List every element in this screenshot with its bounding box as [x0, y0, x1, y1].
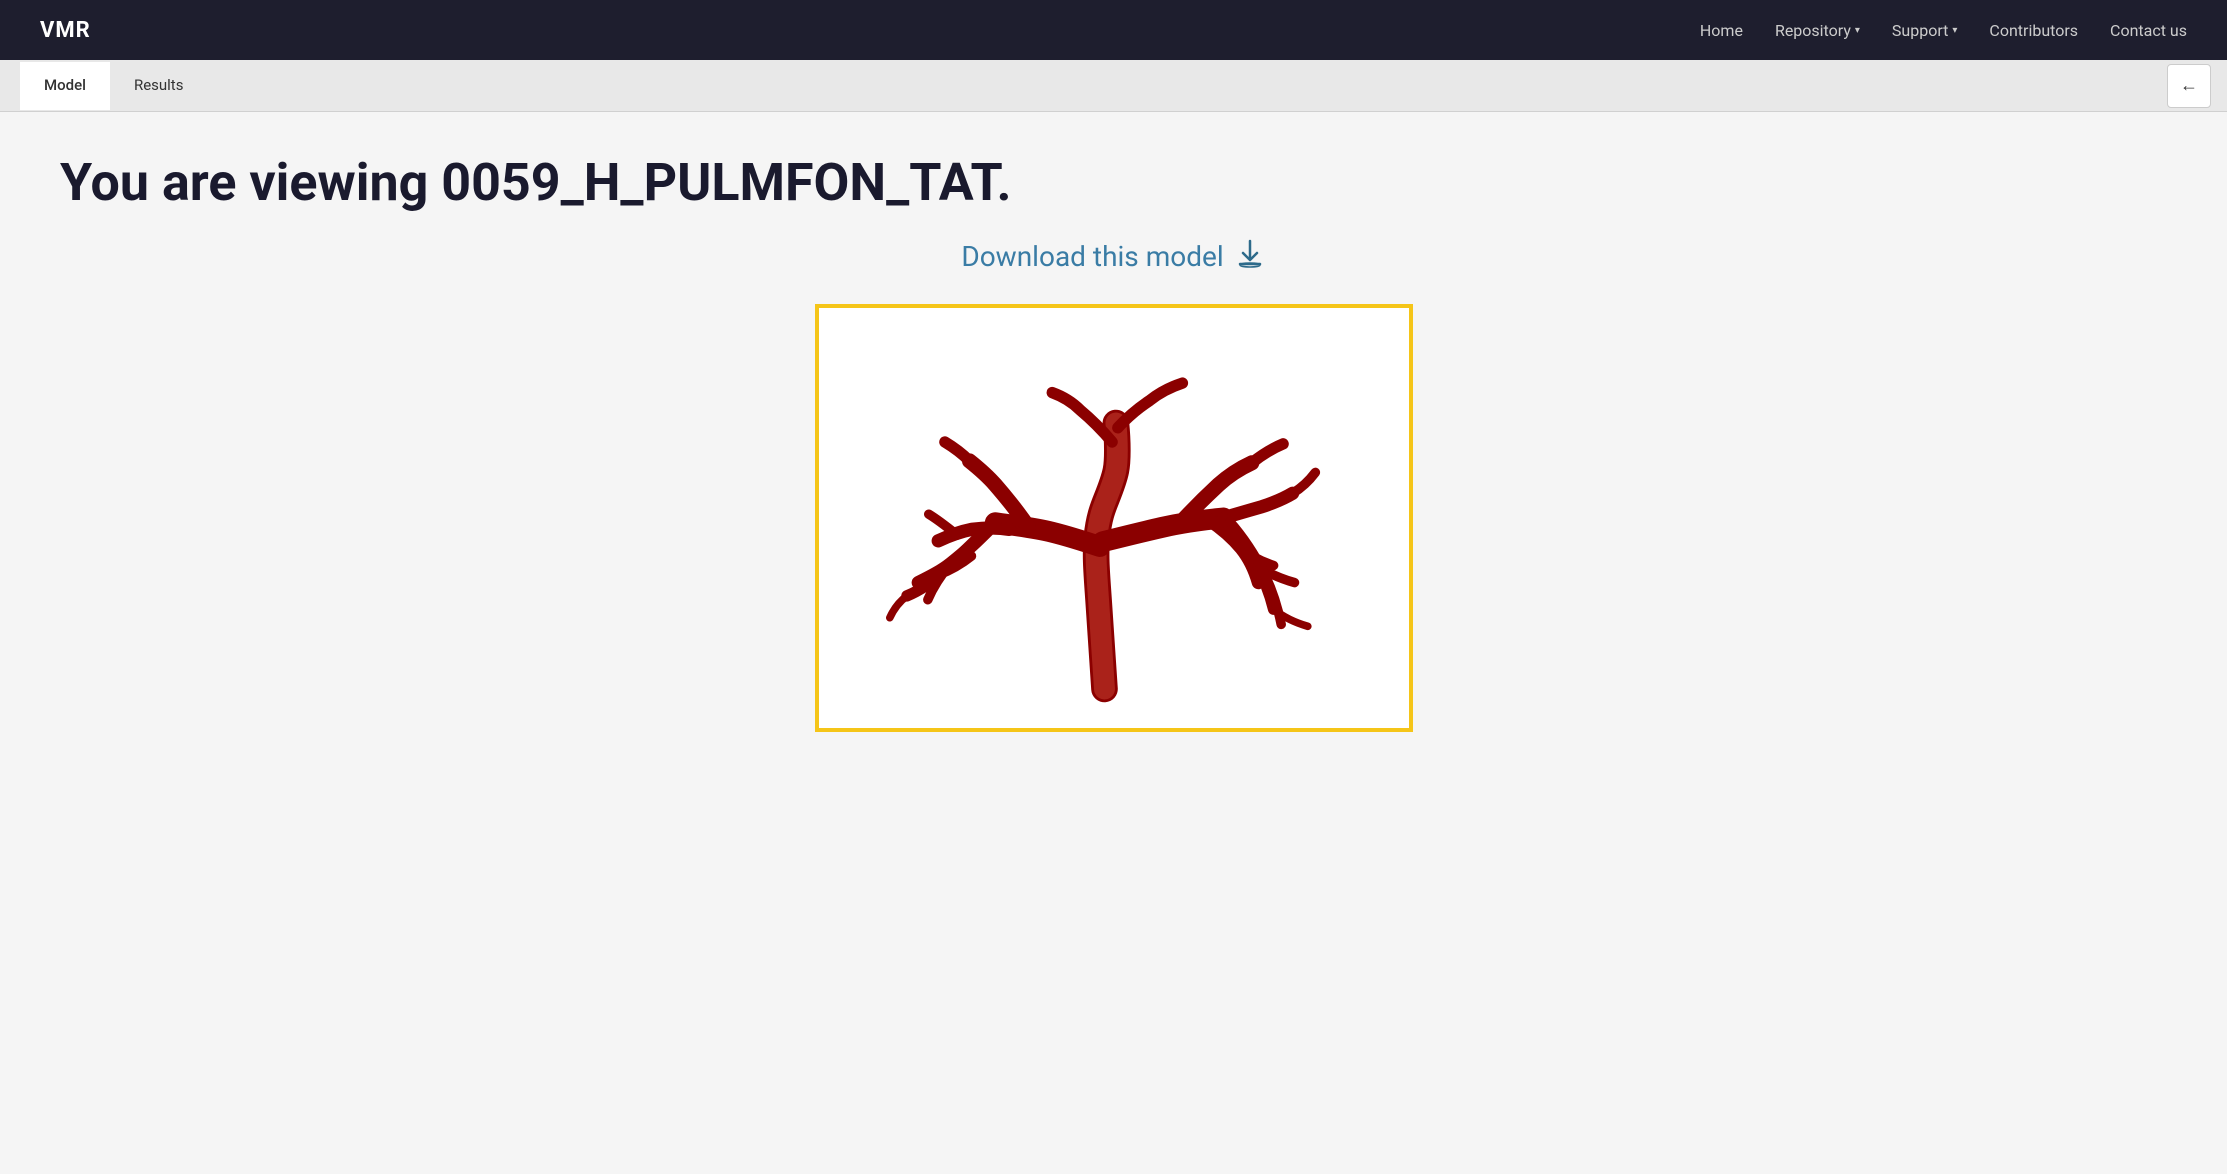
nav-link-contributors[interactable]: Contributors	[1989, 21, 2078, 40]
repository-dropdown-icon: ▾	[1855, 25, 1860, 36]
nav-links: Home Repository ▾ Support ▾ Contributors…	[1700, 21, 2187, 40]
nav-link-repository[interactable]: Repository	[1775, 21, 1851, 40]
viewing-prefix: You are viewing	[60, 152, 441, 213]
model-id: 0059_H_PULMFON_TAT.	[441, 152, 1011, 213]
download-link[interactable]: Download this model	[60, 237, 2167, 276]
model-image-wrapper	[60, 304, 2167, 732]
back-button[interactable]: ←	[2167, 64, 2211, 108]
support-dropdown-icon: ▾	[1952, 25, 1957, 36]
tabs-bar: Model Results ←	[0, 60, 2227, 112]
nav-link-support[interactable]: Support	[1892, 21, 1948, 40]
viewing-title: You are viewing 0059_H_PULMFON_TAT.	[60, 152, 2167, 213]
brand-logo[interactable]: VMR	[40, 18, 91, 43]
nav-item-contact[interactable]: Contact us	[2110, 21, 2187, 40]
back-arrow-icon: ←	[2180, 75, 2198, 96]
tabs-list: Model Results	[20, 62, 207, 110]
nav-link-contact[interactable]: Contact us	[2110, 21, 2187, 40]
model-image-frame	[815, 304, 1413, 732]
download-icon	[1234, 237, 1266, 276]
main-container: Model Results ← You are viewing 0059_H_P…	[0, 60, 2227, 1174]
page-content: You are viewing 0059_H_PULMFON_TAT. Down…	[0, 112, 2227, 772]
nav-item-repository[interactable]: Repository ▾	[1775, 21, 1860, 40]
download-label: Download this model	[961, 240, 1223, 273]
tab-model[interactable]: Model	[20, 62, 110, 110]
nav-item-contributors[interactable]: Contributors	[1989, 21, 2078, 40]
vascular-tree-svg	[874, 328, 1354, 708]
nav-link-home[interactable]: Home	[1700, 21, 1743, 40]
model-svg-container	[819, 308, 1409, 728]
tab-results[interactable]: Results	[110, 62, 208, 110]
nav-item-support[interactable]: Support ▾	[1892, 21, 1958, 40]
navbar: VMR Home Repository ▾ Support ▾ Contribu…	[0, 0, 2227, 60]
nav-item-home[interactable]: Home	[1700, 21, 1743, 40]
